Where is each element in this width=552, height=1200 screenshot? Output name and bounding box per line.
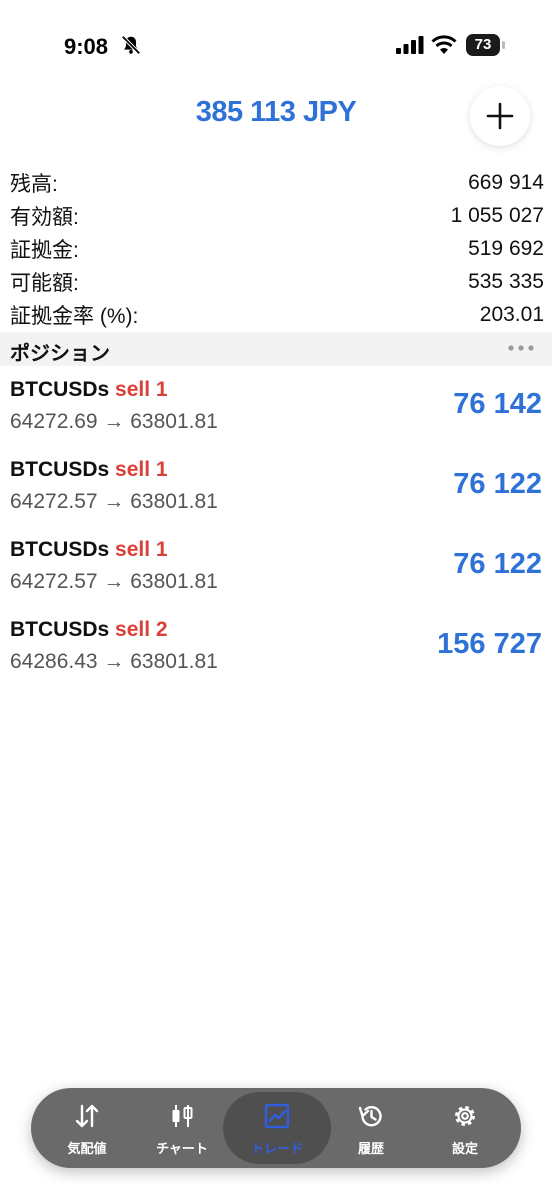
- tab-trade[interactable]: トレード: [223, 1088, 331, 1168]
- tab-settings[interactable]: 設定: [417, 1088, 513, 1168]
- position-symbol-line: BTCUSDs sell 1: [10, 378, 168, 402]
- position-side: sell 1: [115, 538, 168, 561]
- position-symbol: BTCUSDs: [10, 538, 110, 561]
- position-symbol: BTCUSDs: [10, 378, 110, 401]
- summary-label: 証拠金:: [10, 238, 79, 262]
- summary-value: 669 914: [468, 170, 544, 194]
- summary-row-equity: 有効額: 1 055 027: [10, 199, 544, 232]
- summary-row-free-margin: 可能額: 535 335: [10, 265, 544, 298]
- tab-label: 設定: [451, 1141, 478, 1156]
- position-symbol-line: BTCUSDs sell 1: [10, 538, 168, 562]
- quotes-arrows-icon: [75, 1104, 99, 1128]
- position-row[interactable]: BTCUSDs sell 1 64272.57 → 63801.81 76 12…: [0, 528, 552, 608]
- position-row[interactable]: BTCUSDs sell 2 64286.43 → 63801.81 156 7…: [0, 608, 552, 688]
- summary-label: 残高:: [10, 172, 58, 196]
- cellular-signal-icon: [396, 36, 424, 54]
- bell-muted-icon: [121, 35, 141, 55]
- battery-level: 73: [474, 36, 492, 53]
- summary-value: 535 335: [468, 269, 544, 293]
- positions-title: ポジション: [10, 343, 110, 365]
- candlestick-icon: [172, 1105, 193, 1127]
- tab-quotes[interactable]: 気配値: [39, 1088, 135, 1168]
- position-row[interactable]: BTCUSDs sell 1 64272.57 → 63801.81 76 12…: [0, 448, 552, 528]
- wifi-icon: [431, 35, 457, 54]
- position-symbol: BTCUSDs: [10, 458, 110, 481]
- gear-icon: [455, 1106, 475, 1126]
- plus-icon: [486, 102, 514, 130]
- summary-value: 519 692: [468, 236, 544, 260]
- position-prices: 64272.57 → 63801.81: [10, 490, 218, 513]
- summary-label: 証拠金率 (%):: [10, 304, 139, 328]
- position-row[interactable]: BTCUSDs sell 1 64272.69 → 63801.81 76 14…: [0, 368, 552, 448]
- tab-label: 履歴: [357, 1141, 384, 1156]
- positions-section-header: ポジション: [0, 332, 552, 366]
- tab-chart[interactable]: チャート: [134, 1088, 230, 1168]
- position-symbol-line: BTCUSDs sell 1: [10, 458, 168, 482]
- status-bar: 9:08 73: [0, 0, 552, 90]
- history-icon: [358, 1106, 382, 1127]
- summary-value: 203.01: [479, 302, 544, 326]
- position-side: sell 2: [115, 618, 168, 641]
- position-profit: 76 122: [453, 468, 542, 500]
- tab-history[interactable]: 履歴: [323, 1088, 419, 1168]
- summary-label: 可能額:: [10, 271, 79, 295]
- summary-row-margin-level: 証拠金率 (%): 203.01: [10, 298, 544, 331]
- account-summary: 残高: 669 914 有効額: 1 055 027 証拠金: 519 692 …: [10, 166, 544, 331]
- summary-row-balance: 残高: 669 914: [10, 166, 544, 199]
- tab-label: トレード: [250, 1141, 303, 1156]
- summary-row-margin: 証拠金: 519 692: [10, 232, 544, 265]
- more-options-icon[interactable]: [506, 338, 536, 358]
- tab-label: チャート: [156, 1141, 208, 1156]
- position-profit: 156 727: [437, 628, 542, 660]
- position-profit: 76 142: [453, 388, 542, 420]
- add-order-button[interactable]: [470, 86, 530, 146]
- position-symbol-line: BTCUSDs sell 2: [10, 618, 168, 642]
- battery-indicator: 73: [466, 34, 506, 56]
- positions-list: BTCUSDs sell 1 64272.69 → 63801.81 76 14…: [0, 368, 552, 688]
- position-symbol: BTCUSDs: [10, 618, 110, 641]
- position-side: sell 1: [115, 458, 168, 481]
- position-prices: 64272.69 → 63801.81: [10, 410, 218, 433]
- position-profit: 76 122: [453, 548, 542, 580]
- position-side: sell 1: [115, 378, 168, 401]
- position-prices: 64272.57 → 63801.81: [10, 570, 218, 593]
- summary-label: 有効額:: [10, 205, 79, 229]
- trade-chart-icon: [264, 1103, 290, 1129]
- position-prices: 64286.43 → 63801.81: [10, 650, 218, 673]
- bottom-tab-bar: 気配値 チャート トレード 履歴 設定: [31, 1088, 521, 1168]
- tab-label: 気配値: [67, 1141, 107, 1156]
- summary-value: 1 055 027: [450, 203, 544, 227]
- status-time: 9:08: [64, 34, 109, 59]
